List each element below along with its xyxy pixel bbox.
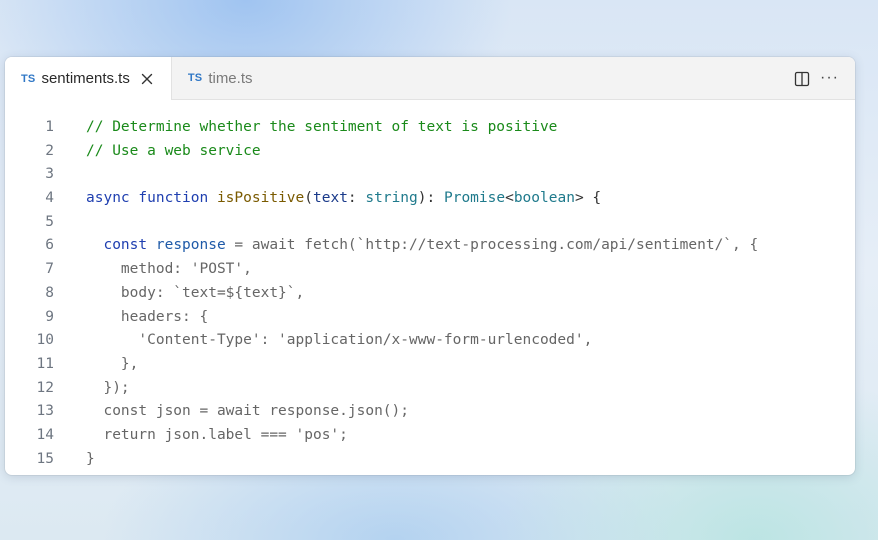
code-line: 5 bbox=[5, 211, 855, 235]
code-token: ( bbox=[304, 190, 313, 207]
code-line: 15} bbox=[5, 448, 855, 472]
code-line: 2 // Use a web service bbox=[5, 140, 855, 164]
code-token: response bbox=[155, 237, 226, 254]
code-text: // Use a web service bbox=[86, 140, 261, 164]
tab-label: sentiments.ts bbox=[41, 70, 130, 87]
line-number: 5 bbox=[45, 213, 54, 230]
code-token: // Determine whether the sentiment of te… bbox=[86, 119, 558, 135]
line-number: 12 bbox=[36, 379, 54, 396]
code-token: boolean bbox=[513, 190, 575, 207]
code-line: 10 'Content-Type': 'application/x-www-fo… bbox=[5, 329, 855, 353]
code-token: }); bbox=[86, 379, 130, 396]
code-text: } bbox=[86, 448, 95, 472]
code-token: < bbox=[505, 190, 514, 207]
line-number: 2 bbox=[45, 142, 54, 159]
code-line: 13 const json = await response.json(); bbox=[5, 400, 855, 424]
code-token: text bbox=[313, 190, 348, 207]
line-number: 3 bbox=[45, 166, 54, 183]
code-line: 4 async function isPositive(text: string)… bbox=[5, 187, 855, 211]
typescript-file-icon: TS bbox=[187, 72, 203, 84]
tab-label: time.ts bbox=[208, 69, 253, 87]
tab-time-ts[interactable]: TS time.ts bbox=[172, 57, 269, 99]
code-token: // Use a web service bbox=[86, 142, 261, 159]
editor-actions: ··· bbox=[794, 57, 839, 99]
line-number: 8 bbox=[45, 284, 54, 301]
code-line: 3 bbox=[5, 163, 855, 187]
code-text: const response = await fetch(`http://tex… bbox=[86, 234, 758, 258]
code-token: const bbox=[103, 237, 156, 254]
code-text: }, bbox=[86, 353, 138, 377]
code-text: async function isPositive(text: string):… bbox=[86, 187, 601, 211]
code-token: ): bbox=[417, 190, 444, 207]
tab-bar: TS sentiments.ts TS time.ts ··· bbox=[5, 57, 855, 100]
code-token: : bbox=[347, 190, 366, 207]
code-editor-window: TS sentiments.ts TS time.ts ··· 1 // Dete… bbox=[5, 57, 855, 475]
code-line: 12 }); bbox=[5, 377, 855, 401]
code-line: 6 const response = await fetch(`http://t… bbox=[5, 234, 855, 258]
code-text: 'Content-Type': 'application/x-www-form-… bbox=[86, 329, 592, 353]
line-number: 1 bbox=[45, 119, 54, 135]
typescript-file-icon: TS bbox=[21, 72, 36, 85]
code-text: const json = await response.json(); bbox=[86, 400, 409, 424]
code-line: 7 method: 'POST', bbox=[5, 258, 855, 282]
split-editor-icon[interactable] bbox=[794, 71, 810, 87]
code-token: headers: { bbox=[86, 308, 209, 325]
line-number: 11 bbox=[36, 355, 54, 372]
line-number: 13 bbox=[36, 403, 54, 420]
code-token: } bbox=[86, 450, 95, 467]
more-actions-icon[interactable]: ··· bbox=[820, 70, 839, 86]
code-token: = await fetch(`http://text-processing.co… bbox=[225, 237, 759, 254]
code-text: }); bbox=[86, 377, 130, 401]
code-text: method: 'POST', bbox=[86, 258, 252, 282]
line-number: 6 bbox=[45, 237, 54, 254]
line-number: 10 bbox=[36, 332, 54, 349]
line-number: 4 bbox=[45, 190, 54, 207]
code-line: 1 // Determine whether the sentiment of t… bbox=[5, 116, 855, 140]
code-line: 9 headers: { bbox=[5, 306, 855, 330]
code-area[interactable]: 1 // Determine whether the sentiment of t… bbox=[5, 100, 855, 471]
code-line: 8 body: `text=${text}`, bbox=[5, 282, 855, 306]
line-number: 14 bbox=[36, 426, 54, 443]
code-line: 11 }, bbox=[5, 353, 855, 377]
line-number: 9 bbox=[45, 308, 54, 325]
code-token: }, bbox=[86, 355, 139, 372]
code-token: method: 'POST', bbox=[86, 261, 252, 278]
code-token: > { bbox=[574, 190, 602, 207]
line-number: 7 bbox=[45, 261, 54, 278]
code-text: return json.label === 'pos'; bbox=[86, 424, 348, 448]
code-token: const json = await response.json(); bbox=[86, 403, 410, 420]
code-token: body: `text=${text}`, bbox=[86, 284, 305, 301]
code-token: Promise bbox=[443, 190, 506, 207]
tab-sentiments-ts[interactable]: TS sentiments.ts bbox=[5, 57, 172, 100]
close-icon[interactable] bbox=[140, 72, 154, 86]
code-token: string bbox=[365, 190, 418, 207]
line-number: 15 bbox=[36, 450, 54, 467]
code-token: isPositive bbox=[216, 190, 305, 207]
code-text: // Determine whether the sentiment of te… bbox=[86, 116, 557, 140]
code-token: 'Content-Type': 'application/x-www-form-… bbox=[86, 332, 593, 349]
code-text: headers: { bbox=[86, 306, 208, 330]
code-line: 14 return json.label === 'pos'; bbox=[5, 424, 855, 448]
code-text: body: `text=${text}`, bbox=[86, 282, 304, 306]
code-token: return json.label === 'pos'; bbox=[86, 426, 348, 443]
code-token: async function bbox=[86, 190, 217, 207]
